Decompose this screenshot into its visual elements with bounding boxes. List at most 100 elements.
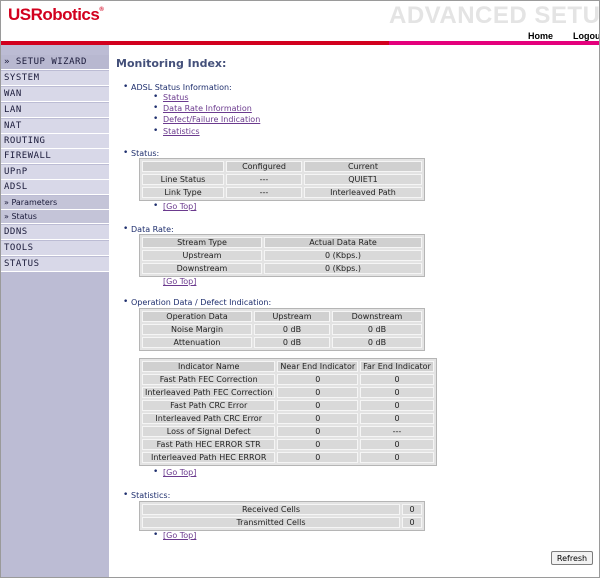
- table-cell: 0 dB: [332, 337, 422, 348]
- index-link-item: • Statistics: [153, 126, 200, 136]
- defect-failure-link[interactable]: Defect/Failure Indication: [163, 115, 260, 124]
- table-row: Link Type --- Interleaved Path: [142, 187, 422, 198]
- sidebar-item-nat[interactable]: NAT: [1, 119, 109, 134]
- indicator-table: Indicator Name Near End Indicator Far En…: [139, 358, 437, 466]
- operation-data-heading: Operation Data / Defect Indication:: [123, 297, 271, 307]
- go-top-link[interactable]: [Go Top]: [163, 468, 196, 477]
- data-rate-table: Stream Type Actual Data Rate Upstream 0 …: [139, 234, 425, 277]
- registered-mark: ®: [99, 7, 104, 13]
- browser-frame: USRobotics® ADVANCED SETU Home Logou » S…: [0, 0, 600, 578]
- table-row: Interleaved Path CRC Error 0 0: [142, 413, 434, 424]
- status-heading: Status:: [123, 148, 159, 158]
- data-rate-info-link[interactable]: Data Rate Information: [163, 104, 252, 113]
- sidebar: » SETUP WIZARD SYSTEM WAN LAN NAT ROUTIN…: [1, 45, 109, 577]
- sidebar-item-system[interactable]: SYSTEM: [1, 71, 109, 86]
- table-row: Line Status --- QUIET1: [142, 174, 422, 185]
- table-cell: ---: [226, 187, 302, 198]
- sidebar-item-ddns[interactable]: DDNS: [1, 225, 109, 240]
- table-cell: Line Status: [142, 174, 224, 185]
- sidebar-item-wan[interactable]: WAN: [1, 87, 109, 102]
- sidebar-subitem-parameters[interactable]: » Parameters: [1, 196, 109, 210]
- table-cell: 0: [277, 413, 359, 424]
- table-row: Attenuation 0 dB 0 dB: [142, 337, 422, 348]
- go-top-item: • [Go Top]: [153, 467, 197, 477]
- go-top-link[interactable]: [Go Top]: [163, 531, 196, 540]
- table-row: Noise Margin 0 dB 0 dB: [142, 324, 422, 335]
- table-cell: ---: [226, 174, 302, 185]
- statistics-link[interactable]: Statistics: [163, 127, 200, 136]
- table-header-cell: Far End Indicator: [360, 361, 434, 372]
- table-header-cell: Downstream: [332, 311, 422, 322]
- table-cell: Interleaved Path FEC Correction: [142, 387, 276, 398]
- table-header-cell: Configured: [226, 161, 302, 172]
- table-cell: 0 (Kbps.): [264, 250, 422, 261]
- table-row: Interleaved Path FEC Correction 0 0: [142, 387, 434, 398]
- status-link[interactable]: Status: [163, 93, 189, 102]
- go-top-item: [Go Top]: [163, 277, 196, 286]
- top-nav: Home Logou: [389, 31, 599, 41]
- table-header-row: Configured Current: [142, 161, 422, 172]
- logout-link[interactable]: Logou: [573, 31, 599, 41]
- table-cell: 0: [402, 517, 422, 528]
- table-cell: Fast Path CRC Error: [142, 400, 276, 411]
- table-cell: Fast Path HEC ERROR STR: [142, 439, 276, 450]
- table-cell: 0: [277, 387, 359, 398]
- table-cell: 0: [277, 400, 359, 411]
- sidebar-subitem-status[interactable]: » Status: [1, 210, 109, 224]
- table-cell: 0: [277, 374, 359, 385]
- table-cell: 0: [360, 413, 434, 424]
- go-top-item: • [Go Top]: [153, 201, 197, 211]
- table-header-row: Stream Type Actual Data Rate: [142, 237, 422, 248]
- table-cell: ---: [360, 426, 434, 437]
- go-top-link[interactable]: [Go Top]: [163, 202, 196, 211]
- table-cell: 0 dB: [254, 337, 330, 348]
- table-cell: 0: [277, 439, 359, 450]
- table-cell: 0 dB: [254, 324, 330, 335]
- table-cell: Transmitted Cells: [142, 517, 400, 528]
- table-row: Fast Path HEC ERROR STR 0 0: [142, 439, 434, 450]
- index-link-item: • Data Rate Information: [153, 103, 252, 113]
- data-rate-heading: Data Rate:: [123, 224, 174, 234]
- sidebar-item-upnp[interactable]: UPnP: [1, 165, 109, 180]
- table-row: Transmitted Cells 0: [142, 517, 422, 528]
- table-header-cell: Near End Indicator: [277, 361, 359, 372]
- refresh-button[interactable]: Refresh: [551, 551, 593, 565]
- sidebar-item-adsl[interactable]: ADSL: [1, 180, 109, 195]
- table-cell: Interleaved Path: [304, 187, 422, 198]
- sidebar-item-setup-wizard[interactable]: » SETUP WIZARD: [1, 55, 109, 70]
- table-cell: Fast Path FEC Correction: [142, 374, 276, 385]
- table-cell: 0 dB: [332, 324, 422, 335]
- table-cell: Attenuation: [142, 337, 252, 348]
- table-header-cell: Indicator Name: [142, 361, 276, 372]
- index-link-item: • Defect/Failure Indication: [153, 114, 261, 124]
- header: USRobotics® ADVANCED SETU: [1, 1, 599, 31]
- table-cell: QUIET1: [304, 174, 422, 185]
- statistics-table: Received Cells 0 Transmitted Cells 0: [139, 501, 425, 531]
- sidebar-item-lan[interactable]: LAN: [1, 103, 109, 118]
- sidebar-item-firewall[interactable]: FIREWALL: [1, 149, 109, 164]
- table-cell: 0: [277, 426, 359, 437]
- table-cell: 0: [360, 452, 434, 463]
- table-row: Loss of Signal Defect 0 ---: [142, 426, 434, 437]
- table-row: Fast Path FEC Correction 0 0: [142, 374, 434, 385]
- table-row: Received Cells 0: [142, 504, 422, 515]
- home-link[interactable]: Home: [528, 31, 553, 41]
- table-row: Upstream 0 (Kbps.): [142, 250, 422, 261]
- table-cell: Noise Margin: [142, 324, 252, 335]
- table-row: Downstream 0 (Kbps.): [142, 263, 422, 274]
- table-header-cell: Actual Data Rate: [264, 237, 422, 248]
- table-row: Fast Path CRC Error 0 0: [142, 400, 434, 411]
- adsl-status-info-heading: ADSL Status Information:: [123, 82, 232, 92]
- main-content: Monitoring Index: ADSL Status Informatio…: [109, 45, 599, 577]
- table-header-cell: Upstream: [254, 311, 330, 322]
- page-title: Monitoring Index:: [116, 57, 227, 70]
- go-top-link[interactable]: [Go Top]: [163, 277, 196, 286]
- sidebar-item-routing[interactable]: ROUTING: [1, 134, 109, 149]
- advanced-setup-banner: ADVANCED SETU: [389, 2, 600, 29]
- sidebar-item-tools[interactable]: TOOLS: [1, 241, 109, 256]
- logo-text: USRobotics: [8, 5, 100, 24]
- statistics-heading: Statistics:: [123, 490, 170, 500]
- table-cell: Received Cells: [142, 504, 400, 515]
- status-table: Configured Current Line Status --- QUIET…: [139, 158, 425, 201]
- sidebar-item-status[interactable]: STATUS: [1, 257, 109, 272]
